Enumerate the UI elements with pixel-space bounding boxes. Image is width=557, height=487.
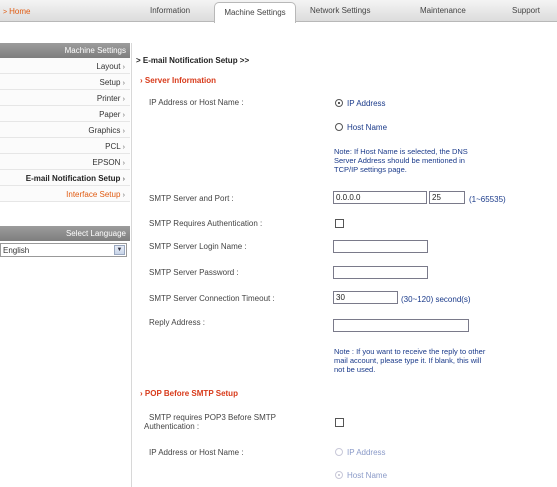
smtp-port-input[interactable]: 25 [429, 191, 465, 204]
dns-note: Note: If Host Name is selected, the DNS … [334, 147, 468, 174]
pop-ip-address-option[interactable]: IP Address [335, 448, 386, 457]
sidebar-item-label: Paper [99, 110, 121, 119]
host-name-option-label: Host Name [347, 123, 388, 132]
tab-maintenance[interactable]: Maintenance [420, 6, 466, 15]
language-select[interactable]: English ▼ [0, 243, 127, 257]
sidebar-item-label: Interface Setup [66, 190, 121, 199]
sidebar-item-graphics[interactable]: Graphics › [0, 122, 130, 138]
smtp-timeout-label: SMTP Server Connection Timeout : [149, 294, 275, 303]
reply-note-line: not be used. [334, 365, 376, 374]
server-info-heading: › Server Information [140, 76, 216, 85]
chevron-right-icon: › [122, 160, 125, 167]
language-header: Select Language [0, 226, 130, 241]
smtp-port-range: (1~65535) [469, 195, 506, 204]
chevron-right-icon: › [122, 176, 125, 183]
radio-pop-host-name[interactable] [335, 471, 343, 479]
radio-pop-ip-address[interactable] [335, 448, 343, 456]
smtp-auth-checkbox[interactable] [335, 219, 344, 228]
reply-note: Note : If you want to receive the reply … [334, 347, 485, 374]
smtp-auth-label: SMTP Requires Authentication : [149, 219, 263, 228]
reply-note-line: Note : If you want to receive the reply … [334, 347, 486, 356]
sidebar-item-email-notification[interactable]: E-mail Notification Setup › [0, 170, 130, 186]
chevron-right-icon: › [122, 192, 125, 199]
ip-address-option[interactable]: IP Address [335, 99, 386, 108]
page-title-text: E-mail Notification Setup >> [142, 56, 250, 65]
home-label: Home [9, 7, 31, 16]
pop-auth-label: SMTP requires POP3 Before SMTP Authentic… [144, 413, 276, 431]
chevron-right-icon: › [122, 96, 125, 103]
sidebar-item-label: EPSON [92, 158, 121, 167]
sidebar-item-label: Graphics [88, 126, 121, 135]
tab-machine-settings[interactable]: Machine Settings [214, 2, 296, 23]
home-arrow-icon: > [3, 9, 8, 16]
sidebar-item-printer[interactable]: Printer › [0, 90, 130, 106]
sidebar-item-layout[interactable]: Layout › [0, 58, 130, 74]
sidebar-item-interface-setup[interactable]: Interface Setup › [0, 186, 130, 202]
reply-note-line: mail account, please type it. If blank, … [334, 356, 482, 365]
sidebar-divider [131, 43, 132, 487]
smtp-server-label: SMTP Server and Port : [149, 194, 234, 203]
top-navigation: > Home Information Machine Settings Netwo… [0, 0, 557, 23]
smtp-password-label: SMTP Server Password : [149, 268, 239, 277]
sidebar-item-label: Setup [99, 78, 121, 87]
chevron-right-icon: › [122, 128, 125, 135]
chevron-down-icon[interactable]: ▼ [114, 245, 125, 255]
home-link[interactable]: > Home [3, 7, 30, 16]
smtp-login-input[interactable] [333, 240, 428, 253]
pop-host-name-option[interactable]: Host Name [335, 471, 387, 480]
chevron-right-icon: › [122, 64, 125, 71]
smtp-login-label: SMTP Server Login Name : [149, 242, 247, 251]
radio-host-name[interactable] [335, 123, 343, 131]
smtp-server-input[interactable]: 0.0.0.0 [333, 191, 427, 204]
title-arrow-icon: > [136, 56, 143, 65]
chevron-right-icon: › [122, 80, 125, 87]
tab-support[interactable]: Support [512, 6, 540, 15]
reply-address-input[interactable] [333, 319, 469, 332]
smtp-timeout-range: (30~120) second(s) [401, 295, 471, 304]
pop-smtp-heading: › POP Before SMTP Setup [140, 389, 238, 398]
smtp-password-input[interactable] [333, 266, 428, 279]
tab-network-settings[interactable]: Network Settings [310, 6, 370, 15]
dns-note-line: Server Address should be mentioned in [334, 156, 465, 165]
server-info-heading-text: Server Information [144, 76, 217, 85]
sidebar: Machine Settings Layout › Setup › Printe… [0, 43, 130, 257]
sidebar-item-label: Printer [96, 94, 121, 103]
pop-ip-address-label: IP Address [347, 448, 386, 457]
sidebar-item-paper[interactable]: Paper › [0, 106, 130, 122]
sidebar-item-setup[interactable]: Setup › [0, 74, 130, 90]
chevron-right-icon: › [122, 144, 125, 151]
sidebar-item-label: PCL [105, 142, 121, 151]
pop-auth-label-line: SMTP requires POP3 Before SMTP [149, 413, 277, 422]
sidebar-item-epson[interactable]: EPSON › [0, 154, 130, 170]
sidebar-item-label: E-mail Notification Setup [25, 174, 121, 183]
pop-auth-label-line: Authentication : [144, 422, 200, 431]
dns-note-line: TCP/IP settings page. [334, 165, 407, 174]
dns-note-line: Note: If Host Name is selected, the DNS [334, 147, 468, 156]
pop-auth-checkbox[interactable] [335, 418, 344, 427]
reply-address-label: Reply Address : [149, 318, 206, 327]
pop-smtp-heading-text: POP Before SMTP Setup [144, 389, 238, 398]
ip-host-label: IP Address or Host Name : [149, 98, 244, 107]
pop-ip-host-label: IP Address or Host Name : [149, 448, 244, 457]
ip-address-option-label: IP Address [347, 99, 386, 108]
tab-information[interactable]: Information [150, 6, 190, 15]
host-name-option[interactable]: Host Name [335, 123, 387, 132]
sidebar-item-label: Layout [96, 62, 121, 71]
page-title: > E-mail Notification Setup >> [136, 56, 249, 65]
radio-ip-address[interactable] [335, 99, 343, 107]
sidebar-item-pcl[interactable]: PCL › [0, 138, 130, 154]
chevron-right-icon: › [122, 112, 125, 119]
language-value: English [3, 246, 30, 255]
pop-host-name-label: Host Name [347, 471, 388, 480]
sidebar-header: Machine Settings [0, 43, 130, 58]
smtp-timeout-input[interactable]: 30 [333, 291, 398, 304]
